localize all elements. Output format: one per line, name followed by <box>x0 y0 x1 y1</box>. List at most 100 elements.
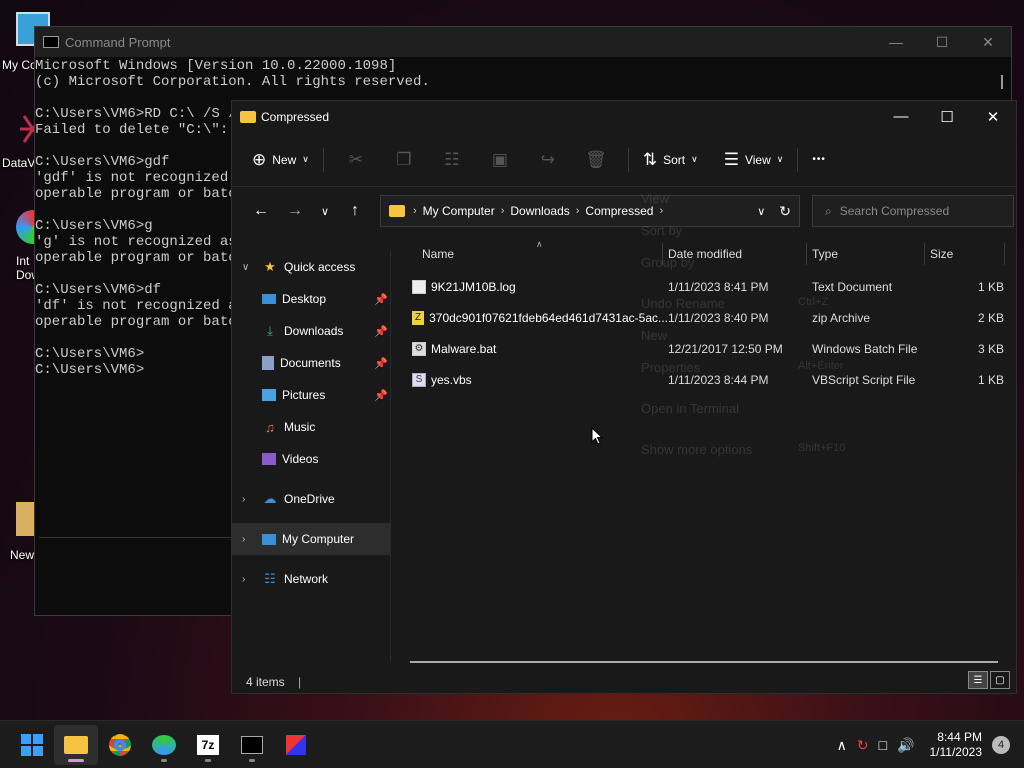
cmd-line: Microsoft Windows [Version 10.0.22000.10… <box>35 58 397 74</box>
paste-icon[interactable]: ☷ <box>428 150 476 170</box>
sidebar-item-music[interactable]: ♫ Music <box>232 411 390 443</box>
column-header-size[interactable]: Size <box>930 247 1006 261</box>
sidebar-item-my-computer[interactable]: › My Computer <box>232 523 390 555</box>
file-type: VBScript Script File <box>812 372 916 387</box>
pin-icon[interactable]: 📌 <box>374 325 388 338</box>
breadcrumb-my-computer[interactable]: My Computer <box>423 204 495 218</box>
chevron-right-icon[interactable]: › <box>242 534 256 545</box>
menu-item-undo-rename: Undo Rename <box>641 296 725 311</box>
sort-button[interactable]: ⇅ Sort ∨ <box>637 144 704 176</box>
minimize-button[interactable]: — <box>878 108 924 126</box>
document-icon <box>262 356 274 370</box>
column-divider[interactable] <box>806 243 807 265</box>
menu-item-group-by: Group by <box>641 255 695 270</box>
sidebar-item-videos[interactable]: Videos <box>232 443 390 475</box>
chevron-right-icon[interactable]: › <box>242 494 256 505</box>
file-type: Windows Batch File <box>812 341 918 356</box>
taskbar-app[interactable] <box>274 725 318 765</box>
up-arrow-icon[interactable]: ↑ <box>338 202 372 220</box>
scrollbar[interactable] <box>1001 75 1003 89</box>
more-options-button[interactable]: ••• <box>806 144 832 176</box>
sidebar-item-network[interactable]: › ☷ Network <box>232 563 390 595</box>
chevron-right-icon[interactable]: › <box>242 574 256 585</box>
chevron-right-icon: › <box>500 205 505 217</box>
new-button[interactable]: ⊕ New ∨ <box>246 144 315 176</box>
share-icon[interactable]: ↪ <box>524 150 572 170</box>
sort-label: Sort <box>663 152 686 167</box>
sidebar-item-label: Documents <box>280 356 341 370</box>
cmd-titlebar[interactable]: Command Prompt — ☐ ✕ <box>35 27 1011 57</box>
batch-file-icon: ⚙ <box>412 341 426 356</box>
sidebar-item-label: My Computer <box>282 532 355 546</box>
column-header-type[interactable]: Type <box>812 247 930 261</box>
chrome-icon <box>109 733 131 756</box>
chevron-down-icon[interactable]: ∨ <box>242 262 256 273</box>
recent-locations-icon[interactable]: ∨ <box>312 205 338 218</box>
volume-icon[interactable]: 🔊 <box>897 737 914 754</box>
minimize-button[interactable]: — <box>873 34 919 51</box>
cloud-icon: ☁ <box>263 491 277 506</box>
search-icon: ⌕ <box>825 203 832 218</box>
pin-icon[interactable]: 📌 <box>374 293 388 306</box>
sidebar-item-label: Pictures <box>282 388 326 402</box>
file-explorer-window[interactable]: Compressed — ☐ ✕ ⊕ New ∨ ✂ ❐ ☷ ▣ ↪ 🗑 ⇅ S… <box>231 100 1017 694</box>
search-input[interactable]: Search Compressed <box>840 204 949 218</box>
folder-icon <box>389 205 405 217</box>
view-toggle: ☰ ▢ <box>966 671 1010 689</box>
network-icon[interactable]: □ <box>879 737 887 753</box>
pane-divider[interactable] <box>390 251 391 661</box>
file-size: 1 KB <box>977 279 1004 294</box>
column-divider[interactable] <box>924 243 925 265</box>
view-button[interactable]: ☰ View ∨ <box>718 144 790 176</box>
pin-icon[interactable]: 📌 <box>374 357 388 370</box>
explorer-titlebar[interactable]: Compressed — ☐ ✕ <box>232 101 1016 133</box>
menu-item-properties: Properties <box>641 360 701 375</box>
taskbar-command-prompt[interactable] <box>230 725 274 765</box>
file-date: 1/11/2023 8:40 PM <box>668 310 769 325</box>
sidebar-item-documents[interactable]: Documents 📌 <box>232 347 390 379</box>
list-item[interactable]: Syes.vbs 1/11/2023 8:44 PM VBScript Scri… <box>410 364 1006 395</box>
maximize-button[interactable]: ☐ <box>924 108 970 126</box>
sidebar-item-downloads[interactable]: ⤓ Downloads 📌 <box>232 315 390 347</box>
list-item[interactable]: ⚙ Malware.bat 12/21/2017 12:50 PM Windows… <box>410 333 1006 364</box>
cmd-blank-area <box>39 537 235 617</box>
pin-icon[interactable]: 📌 <box>374 389 388 402</box>
search-box[interactable]: ⌕ Search Compressed <box>812 195 1014 227</box>
maximize-button[interactable]: ☐ <box>919 34 965 51</box>
tiles-view-icon[interactable]: ▢ <box>990 671 1010 689</box>
close-button[interactable]: ✕ <box>965 34 1011 51</box>
start-button[interactable] <box>10 725 54 765</box>
horizontal-scrollbar[interactable] <box>410 661 998 663</box>
taskbar-chrome[interactable] <box>98 725 142 765</box>
copy-icon[interactable]: ❐ <box>380 150 428 170</box>
clock[interactable]: 8:44 PM 1/11/2023 <box>930 730 983 760</box>
cut-icon[interactable]: ✂ <box>332 150 380 170</box>
close-button[interactable]: ✕ <box>970 108 1016 126</box>
sidebar-item-quick-access[interactable]: ∨ ★ Quick access <box>232 251 390 283</box>
file-explorer-icon <box>64 735 88 754</box>
address-bar[interactable]: › My Computer › Downloads › Compressed ›… <box>380 195 800 227</box>
sidebar-item-desktop[interactable]: Desktop 📌 <box>232 283 390 315</box>
taskbar-file-explorer[interactable] <box>54 724 98 765</box>
delete-icon[interactable]: 🗑 <box>572 150 620 170</box>
breadcrumb-downloads[interactable]: Downloads <box>510 204 569 218</box>
chevron-up-icon[interactable]: ∧ <box>837 737 847 754</box>
address-dropdown-icon[interactable]: ∨ <box>757 205 765 218</box>
refresh-icon[interactable]: ↻ <box>779 203 791 220</box>
breadcrumb-compressed[interactable]: Compressed <box>585 204 653 218</box>
taskbar-internet-download-manager[interactable] <box>142 725 186 765</box>
back-arrow-icon[interactable]: ← <box>244 202 278 220</box>
sidebar-item-label: Quick access <box>284 260 356 274</box>
column-divider[interactable] <box>1004 243 1005 265</box>
menu-shortcut: Shift+F10 <box>798 442 846 454</box>
taskbar-7zip[interactable]: 7z <box>186 725 230 765</box>
sidebar-item-pictures[interactable]: Pictures 📌 <box>232 379 390 411</box>
sidebar-item-onedrive[interactable]: › ☁ OneDrive <box>232 483 390 515</box>
desktop-icon <box>262 294 276 304</box>
sync-icon[interactable]: ↻ <box>857 737 869 754</box>
notification-badge[interactable]: 4 <box>992 736 1010 754</box>
rename-icon[interactable]: ▣ <box>476 150 524 170</box>
more-icon: ••• <box>812 154 826 165</box>
forward-arrow-icon[interactable]: → <box>278 202 312 220</box>
details-view-icon[interactable]: ☰ <box>968 671 988 689</box>
